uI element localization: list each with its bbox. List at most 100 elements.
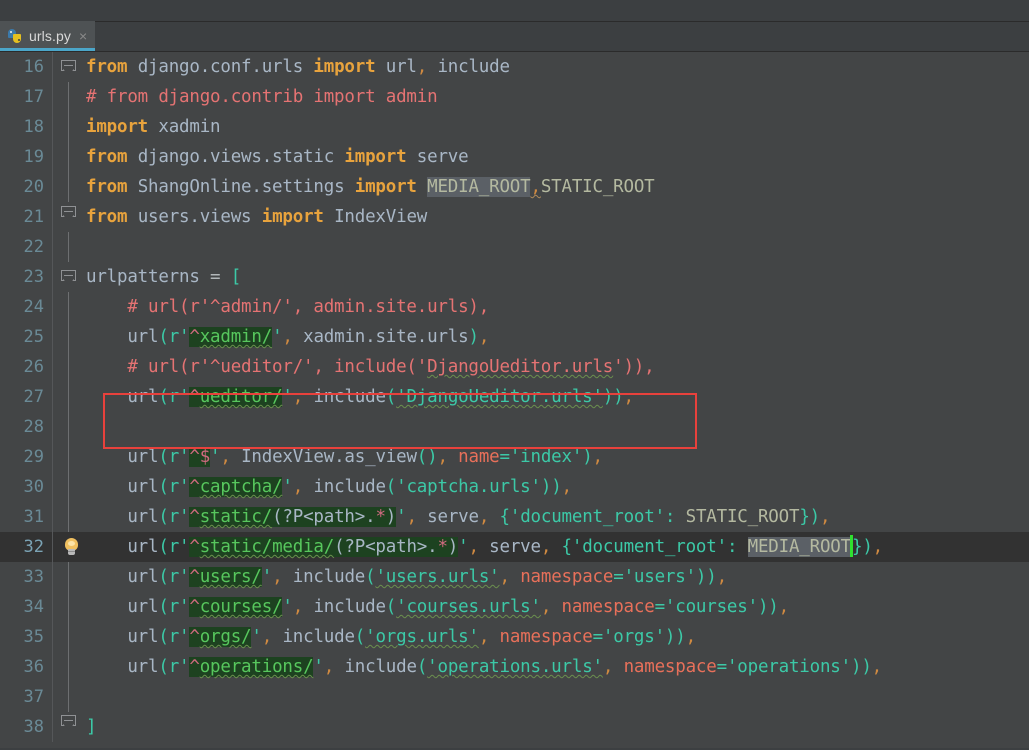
code-line[interactable]: 30 url(r'^captcha/', include('captcha.ur… — [0, 472, 1029, 502]
python-file-icon — [7, 28, 23, 44]
line-number: 21 — [23, 207, 44, 227]
line-number: 38 — [23, 717, 44, 737]
gutter-icons[interactable] — [52, 532, 86, 562]
line-number: 30 — [23, 477, 44, 497]
line-number: 23 — [23, 267, 44, 287]
gutter-icons — [52, 142, 86, 172]
code-editor[interactable]: 16 from django.conf.urls import url, inc… — [0, 52, 1029, 750]
fold-marker-icon[interactable] — [61, 715, 76, 730]
code-line[interactable]: 31 url(r'^static/(?P<path>.*)', serve, {… — [0, 502, 1029, 532]
code-line[interactable]: 37 — [0, 682, 1029, 712]
code-line[interactable]: 29 url(r'^$', IndexView.as_view(), name=… — [0, 442, 1029, 472]
gutter-icons — [52, 112, 86, 142]
code-line[interactable]: 38 ] — [0, 712, 1029, 742]
line-number: 19 — [23, 147, 44, 167]
window-top-strip — [0, 0, 1029, 22]
code-line[interactable]: 20 from ShangOnline.settings import MEDI… — [0, 172, 1029, 202]
line-number: 33 — [23, 567, 44, 587]
code-line[interactable]: 28 — [0, 412, 1029, 442]
line-content: from django.conf.urls import url, includ… — [86, 57, 510, 77]
line-number: 24 — [23, 297, 44, 317]
gutter-icons[interactable] — [52, 712, 86, 742]
line-content: url(r'^static/(?P<path>.*)', serve, {'do… — [127, 507, 831, 527]
gutter-icons — [52, 472, 86, 502]
code-line-current[interactable]: 32 url(r'^static/media/(?P<path>.*)', se… — [0, 532, 1029, 562]
gutter-icons[interactable] — [52, 262, 86, 292]
code-line[interactable]: 26 # url(r'^ueditor/', include('DjangoUe… — [0, 352, 1029, 382]
line-number: 20 — [23, 177, 44, 197]
line-content: # from django.contrib import admin — [86, 87, 438, 107]
tab-label: urls.py — [29, 28, 71, 44]
gutter-icons — [52, 172, 86, 202]
line-number: 37 — [23, 687, 44, 707]
code-line[interactable]: 34 url(r'^courses/', include('courses.ur… — [0, 592, 1029, 622]
line-content: url(r'^captcha/', include('captcha.urls'… — [127, 477, 572, 497]
line-content: from django.views.static import serve — [86, 147, 469, 167]
line-content: # url(r'^admin/', admin.site.urls), — [86, 297, 490, 317]
line-content: url(r'^$', IndexView.as_view(), name='in… — [127, 447, 603, 467]
line-number: 34 — [23, 597, 44, 617]
close-icon[interactable]: × — [77, 29, 87, 43]
line-content: urlpatterns = [ — [86, 267, 242, 287]
line-number: 36 — [23, 657, 44, 677]
code-line[interactable]: 35 url(r'^orgs/', include('orgs.urls', n… — [0, 622, 1029, 652]
gutter-icons — [52, 412, 86, 442]
editor-tab-bar: urls.py × — [0, 21, 1029, 52]
line-number: 32 — [23, 537, 44, 557]
line-content: url(r'^static/media/(?P<path>.*)', serve… — [127, 535, 884, 557]
gutter-icons — [52, 562, 86, 592]
line-content: url(r'^users/', include('users.urls', na… — [127, 567, 727, 587]
line-content: import xadmin — [86, 117, 221, 137]
line-number: 29 — [23, 447, 44, 467]
code-line[interactable]: 22 — [0, 232, 1029, 262]
line-number: 26 — [23, 357, 44, 377]
line-content: url(r'^orgs/', include('orgs.urls', name… — [127, 627, 696, 647]
gutter-icons — [52, 382, 86, 412]
line-number: 28 — [23, 417, 44, 437]
code-line[interactable]: 24 # url(r'^admin/', admin.site.urls), — [0, 292, 1029, 322]
code-line[interactable]: 25 url(r'^xadmin/', xadmin.site.urls), — [0, 322, 1029, 352]
code-line[interactable]: 19 from django.views.static import serve — [0, 142, 1029, 172]
line-content: from ShangOnline.settings import MEDIA_R… — [86, 177, 655, 197]
tab-urls-py[interactable]: urls.py × — [0, 21, 96, 51]
code-line[interactable]: 27 url(r'^ueditor/', include('DjangoUedi… — [0, 382, 1029, 412]
line-content: url(r'^operations/', include('operations… — [127, 657, 882, 677]
gutter-icons — [52, 592, 86, 622]
line-content: ] — [86, 717, 97, 737]
code-line[interactable]: 21 from users.views import IndexView — [0, 202, 1029, 232]
fold-marker-icon[interactable] — [61, 206, 76, 221]
code-line[interactable]: 18 import xadmin — [0, 112, 1029, 142]
gutter-icons — [52, 322, 86, 352]
line-content: from users.views import IndexView — [86, 207, 428, 227]
gutter-icons — [52, 292, 86, 322]
highlighted-identifier: MEDIA_ROOT — [427, 177, 531, 197]
highlighted-identifier: MEDIA_ROOT — [747, 537, 851, 557]
code-line[interactable]: 23 urlpatterns = [ — [0, 262, 1029, 292]
fold-marker-icon[interactable] — [61, 270, 76, 285]
fold-marker-icon[interactable] — [61, 60, 76, 75]
gutter-icons — [52, 352, 86, 382]
gutter-icons[interactable] — [52, 52, 86, 82]
line-number: 18 — [23, 117, 44, 137]
gutter-icons — [52, 232, 86, 262]
code-line[interactable]: 33 url(r'^users/', include('users.urls',… — [0, 562, 1029, 592]
line-content: url(r'^ueditor/', include('DjangoUeditor… — [127, 387, 634, 407]
intention-bulb-icon[interactable] — [64, 538, 79, 556]
code-line[interactable]: 17 # from django.contrib import admin — [0, 82, 1029, 112]
code-line[interactable]: 36 url(r'^operations/', include('operati… — [0, 652, 1029, 682]
gutter-icons — [52, 682, 86, 712]
line-content: # url(r'^ueditor/', include('DjangoUedit… — [86, 357, 655, 377]
line-number: 22 — [23, 237, 44, 257]
line-number: 25 — [23, 327, 44, 347]
gutter-icons — [52, 652, 86, 682]
line-number: 27 — [23, 387, 44, 407]
line-content: url(r'^xadmin/', xadmin.site.urls), — [127, 327, 490, 347]
gutter-icons — [52, 442, 86, 472]
gutter-icons — [52, 502, 86, 532]
line-number: 17 — [23, 87, 44, 107]
gutter-icons[interactable] — [52, 202, 86, 232]
line-number: 31 — [23, 507, 44, 527]
code-line[interactable]: 16 from django.conf.urls import url, inc… — [0, 52, 1029, 82]
line-number: 16 — [23, 57, 44, 77]
gutter-icons — [52, 82, 86, 112]
